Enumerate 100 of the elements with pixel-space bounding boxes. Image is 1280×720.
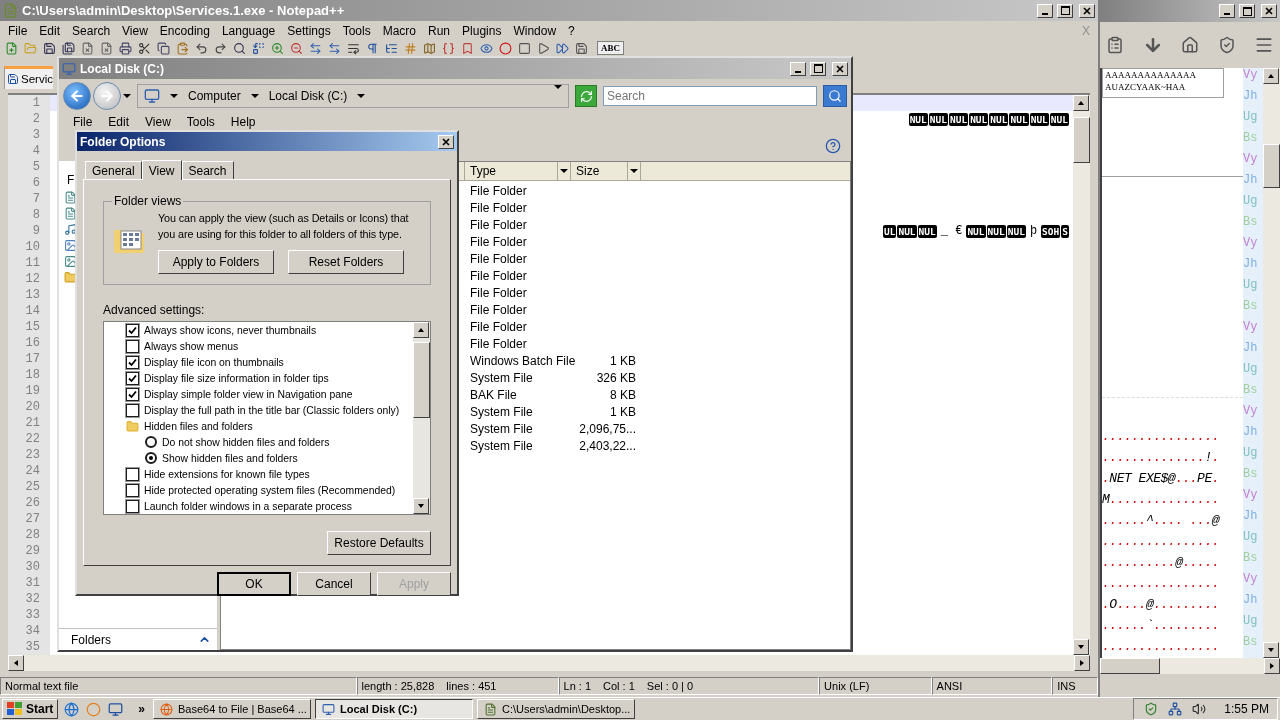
menu-item[interactable]: File xyxy=(2,24,34,38)
close-button[interactable] xyxy=(832,61,848,76)
save-macro-icon[interactable] xyxy=(574,41,588,55)
wrap-text-icon[interactable] xyxy=(346,41,360,55)
scrollbar-thumb[interactable] xyxy=(413,342,430,418)
replace-icon[interactable] xyxy=(251,41,265,55)
menu-item[interactable]: View xyxy=(137,115,179,129)
minimize-button[interactable] xyxy=(1037,3,1053,18)
swap-arrows-icon[interactable] xyxy=(327,41,341,55)
folder-view-button[interactable]: Apply to Folders xyxy=(158,250,274,274)
document-tab[interactable]: Servic xyxy=(4,66,53,89)
horizontal-scrollbar[interactable] xyxy=(8,655,1090,671)
taskbar-button[interactable]: Base64 to File | Base64 ... xyxy=(153,699,312,719)
monitor-icon[interactable] xyxy=(106,700,125,718)
close-all-icon[interactable] xyxy=(99,41,113,55)
scissors-icon[interactable] xyxy=(137,41,151,55)
checkbox[interactable] xyxy=(126,355,139,369)
vertical-scrollbar[interactable] xyxy=(1073,95,1090,655)
globe-icon[interactable] xyxy=(62,700,81,718)
list-tree-icon[interactable] xyxy=(384,41,398,55)
menu-item[interactable]: Edit xyxy=(33,24,67,38)
text-area[interactable]: AAAAAAAAAAAAAA AUAZCYAAK~HAA xyxy=(1102,68,1224,98)
fast-forward-icon[interactable] xyxy=(555,41,569,55)
bookmark-icon[interactable] xyxy=(460,41,474,55)
paste-icon[interactable] xyxy=(175,41,189,55)
overflow-chevron[interactable]: » xyxy=(138,702,146,716)
record-icon[interactable] xyxy=(498,41,512,55)
column-header[interactable]: Type xyxy=(465,162,571,180)
redo-icon[interactable] xyxy=(213,41,227,55)
menu-item[interactable]: Tools xyxy=(336,24,377,38)
save-icon[interactable] xyxy=(42,41,56,55)
menu-item[interactable]: Language xyxy=(215,24,282,38)
menu-icon[interactable] xyxy=(1254,35,1274,55)
minimize-button[interactable] xyxy=(1219,4,1235,18)
zoom-out-icon[interactable] xyxy=(289,41,303,55)
checkbox[interactable] xyxy=(126,387,139,401)
address-bar[interactable]: Computer Local Disk (C:) xyxy=(137,84,569,108)
radio-button[interactable] xyxy=(145,452,157,464)
scrollbar-thumb[interactable] xyxy=(1263,144,1280,188)
close-file-icon[interactable] xyxy=(80,41,94,55)
close-button[interactable] xyxy=(1261,4,1277,18)
breadcrumb-item[interactable]: Local Disk (C:) xyxy=(268,89,348,103)
close-button[interactable] xyxy=(1079,3,1095,18)
horizontal-scrollbar[interactable] xyxy=(1100,658,1280,674)
back-button[interactable] xyxy=(63,82,91,110)
home-icon[interactable] xyxy=(1181,36,1199,54)
menu-item[interactable]: Edit xyxy=(100,115,138,129)
taskbar-button[interactable]: C:\Users\admin\Desktop... xyxy=(477,699,636,719)
folder-view-button[interactable]: Reset Folders xyxy=(288,250,404,274)
menu-item[interactable]: Run xyxy=(422,24,457,38)
column-header[interactable]: Size xyxy=(571,162,641,180)
search-icon[interactable] xyxy=(232,41,246,55)
stop-icon[interactable] xyxy=(517,41,531,55)
checkbox[interactable] xyxy=(126,467,139,481)
dialog-button[interactable]: Cancel xyxy=(297,572,371,596)
copy-icon[interactable] xyxy=(156,41,170,55)
tab[interactable]: General xyxy=(85,161,142,179)
menu-item[interactable]: ? xyxy=(562,24,581,38)
menu-item[interactable]: Macro xyxy=(376,24,422,38)
checkbox[interactable] xyxy=(126,483,139,497)
shield-icon[interactable] xyxy=(1217,36,1236,54)
spell-check-button[interactable]: ABC xyxy=(597,41,624,55)
minimize-button[interactable] xyxy=(790,61,806,76)
forward-button[interactable] xyxy=(93,82,121,110)
menu-item[interactable]: Tools xyxy=(178,115,223,129)
help-icon[interactable] xyxy=(825,138,841,154)
taskbar-button[interactable]: Local Disk (C:) xyxy=(315,699,474,719)
vertical-scrollbar[interactable] xyxy=(413,322,430,514)
menu-item[interactable]: File xyxy=(65,115,101,129)
menu-item[interactable]: Settings xyxy=(281,24,337,38)
close-button[interactable] xyxy=(438,134,454,149)
start-button[interactable]: Start xyxy=(2,699,59,719)
printer-icon[interactable] xyxy=(118,41,132,55)
pilcrow-icon[interactable] xyxy=(365,41,379,55)
search-field[interactable]: Search xyxy=(603,86,817,106)
checkbox[interactable] xyxy=(126,499,139,513)
menu-item[interactable]: Encoding xyxy=(153,24,216,38)
save-all-icon[interactable] xyxy=(61,41,75,55)
checkbox[interactable] xyxy=(126,403,139,417)
refresh-button[interactable] xyxy=(575,85,597,107)
radio-button[interactable] xyxy=(145,436,157,448)
checkbox[interactable] xyxy=(126,371,139,385)
menu-item[interactable]: Plugins xyxy=(456,24,508,38)
sync-arrows-icon[interactable] xyxy=(308,41,322,55)
clipboard-list-icon[interactable] xyxy=(1106,36,1124,54)
checkbox[interactable] xyxy=(126,339,139,353)
tab[interactable]: Search xyxy=(181,161,234,179)
braces-icon[interactable] xyxy=(441,41,455,55)
maximize-button[interactable] xyxy=(1057,3,1073,18)
restore-button[interactable] xyxy=(1239,4,1255,18)
menu-item[interactable]: Window xyxy=(507,24,563,38)
map-icon[interactable] xyxy=(422,41,436,55)
menu-item[interactable]: View xyxy=(116,24,154,38)
zoom-in-icon[interactable] xyxy=(270,41,284,55)
tab[interactable]: View xyxy=(141,160,182,180)
checkbox[interactable] xyxy=(126,323,139,337)
restore-defaults-button[interactable]: Restore Defaults xyxy=(327,531,431,555)
dialog-button[interactable]: OK xyxy=(217,572,291,596)
scrollbar-thumb[interactable] xyxy=(1073,117,1090,163)
new-file-icon[interactable] xyxy=(4,41,18,55)
